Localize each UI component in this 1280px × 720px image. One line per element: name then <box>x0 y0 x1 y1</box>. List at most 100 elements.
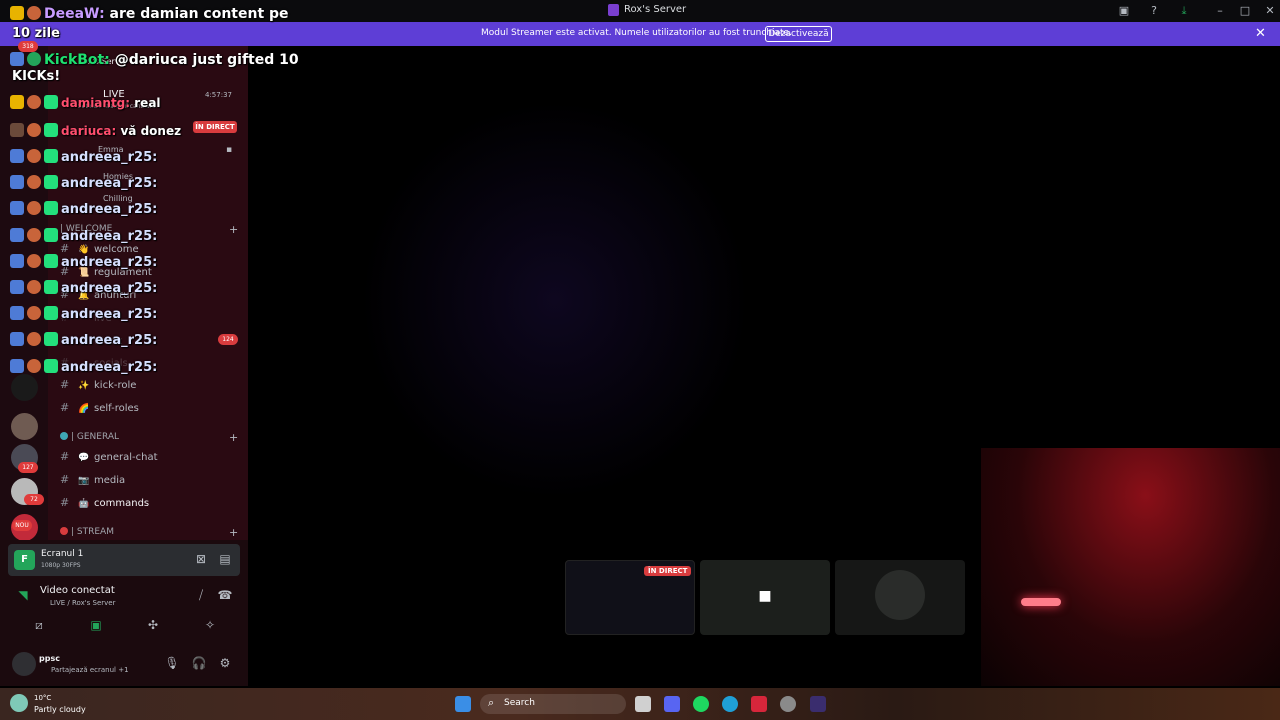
task-view-icon[interactable] <box>635 696 651 712</box>
maximize-button[interactable]: □ <box>1237 3 1253 19</box>
avatar-badge-icon <box>27 123 41 137</box>
soundboard-icon[interactable]: ✧ <box>202 618 218 632</box>
stage-timer: 4:57:37 <box>205 91 232 99</box>
avatar-badge-icon <box>27 227 41 242</box>
close-window-button[interactable]: ✕ <box>1262 3 1278 19</box>
light-strip <box>1021 598 1061 606</box>
gift-badge-icon <box>44 227 58 242</box>
avatar-badge-icon <box>27 95 41 109</box>
hash-icon: # <box>60 401 70 414</box>
chat-message: DeeaW: are damian content pe <box>10 6 289 22</box>
category-general[interactable]: | GENERAL <box>60 432 119 442</box>
channel-general-chat[interactable]: # 💬 general-chat <box>60 450 158 463</box>
crown-badge-icon <box>10 6 24 20</box>
hash-icon: # <box>60 378 70 391</box>
server-avatar[interactable] <box>11 413 38 440</box>
close-icon[interactable]: ✕ <box>1255 26 1266 41</box>
discord-icon[interactable] <box>664 696 680 712</box>
chat-message: 10 zile <box>12 26 60 41</box>
microphone-icon[interactable]: 🎙 <box>164 656 180 670</box>
camera-off-icon[interactable]: ⧄ <box>31 618 47 633</box>
avatar-badge-icon <box>27 149 41 163</box>
live-badge: ÎN DIRECT <box>644 566 692 576</box>
weather-icon[interactable] <box>10 694 28 712</box>
app-icon[interactable] <box>810 696 826 712</box>
channel-commands[interactable]: # 🤖 commands <box>60 496 149 509</box>
voice-status-title: Video conectat <box>40 585 115 596</box>
noise-suppression-icon[interactable]: ⧸ <box>193 588 209 603</box>
connection-icon[interactable]: ◥ <box>15 588 31 602</box>
stream-thumbnail[interactable]: ÎN DIRECT <box>565 560 695 635</box>
share-screen-icon[interactable]: ▣ <box>88 618 104 632</box>
weather-desc[interactable]: Partly cloudy <box>34 705 86 714</box>
mod-badge-icon <box>10 332 24 347</box>
mod-badge-icon <box>10 306 24 321</box>
disconnect-icon[interactable]: ☎ <box>217 588 233 602</box>
chat-message: KickBot: @dariuca just gifted 10 <box>10 52 299 68</box>
channel-kick-role[interactable]: # ✨ kick-role <box>60 378 136 391</box>
video-camera-icon: ■ <box>758 588 772 604</box>
avatar <box>875 570 925 620</box>
hash-icon: # <box>60 450 70 463</box>
channel-self-roles[interactable]: # 🌈 self-roles <box>60 401 139 414</box>
participant-tile[interactable] <box>835 560 965 635</box>
red-dot-icon <box>60 527 68 535</box>
user-name[interactable]: ppsc <box>39 654 60 663</box>
voice-status-sub[interactable]: LIVE / Rox's Server <box>50 599 116 607</box>
channel-media[interactable]: # 📷 media <box>60 473 125 486</box>
gift-badge-icon <box>44 280 58 294</box>
unread-badge: 72 <box>24 494 44 505</box>
chat-message: andreea_r25: <box>10 253 157 270</box>
mod-badge-icon <box>10 201 24 216</box>
help-icon[interactable]: ? <box>1146 3 1162 19</box>
download-icon[interactable]: ⤓ <box>1176 3 1192 19</box>
chat-message: andreea_r25: <box>10 201 157 217</box>
hash-icon: # <box>60 496 70 509</box>
banner-message: Modul Streamer este activat. Numele util… <box>481 28 792 38</box>
app-icon[interactable] <box>780 696 796 712</box>
live-badge: ÎN DIRECT <box>193 121 237 133</box>
settings-gear-icon[interactable]: ⚙ <box>217 656 233 670</box>
edge-icon[interactable] <box>722 696 738 712</box>
avatar[interactable] <box>12 652 36 676</box>
app-icon[interactable] <box>751 696 767 712</box>
screen-share-row[interactable]: F Ecranul 1 1080p 30FPS ⊠ ▤ <box>8 544 240 576</box>
gift-badge-icon <box>44 175 58 190</box>
gift-badge-icon <box>44 253 58 268</box>
taskbar-search[interactable]: ⌕ Search <box>480 694 626 714</box>
mod-badge-icon <box>10 280 24 294</box>
category-stream[interactable]: | STREAM <box>60 527 114 537</box>
chat-message: andreea_r25: <box>10 149 157 165</box>
add-channel-icon[interactable]: + <box>229 526 238 539</box>
avatar-badge-icon <box>27 280 41 294</box>
search-icon: ⌕ <box>488 696 495 709</box>
hash-icon: # <box>60 473 70 486</box>
activities-icon[interactable]: ✣ <box>145 618 161 632</box>
stop-share-icon[interactable]: ⊠ <box>193 552 209 566</box>
stream-settings-icon[interactable]: ▤ <box>217 552 233 566</box>
avatar-badge-icon <box>27 358 41 373</box>
start-icon[interactable] <box>455 696 471 712</box>
headphones-icon[interactable]: 🎧 <box>191 656 207 670</box>
chat-message: andreea_r25: <box>10 280 157 296</box>
participant-tile[interactable]: ■ <box>700 560 830 635</box>
mod-badge-icon <box>10 175 24 190</box>
minimize-button[interactable]: – <box>1212 3 1228 19</box>
gift-badge-icon <box>44 306 58 321</box>
voice-panel: F Ecranul 1 1080p 30FPS ⊠ ▤ ◥ Video cone… <box>0 540 248 686</box>
server-w2g[interactable] <box>11 374 38 401</box>
chat-message: andreea_r25: <box>10 175 157 191</box>
camera-icon[interactable]: ▪ <box>226 145 232 155</box>
coffee-badge-icon <box>10 123 24 137</box>
deactivate-button[interactable]: Dezactivează <box>765 26 832 42</box>
weather-temp[interactable]: 10°C <box>34 694 51 702</box>
add-channel-icon[interactable]: + <box>229 223 238 236</box>
user-status: Partajează ecranul +1 <box>51 666 129 674</box>
window-title: Rox's Server <box>624 4 687 15</box>
spotify-icon[interactable] <box>693 696 709 712</box>
globe-icon <box>60 432 68 440</box>
add-channel-icon[interactable]: + <box>229 431 238 444</box>
avatar-badge-icon <box>27 332 41 347</box>
screen-share-icon[interactable]: ▣ <box>1116 3 1132 19</box>
gift-badge-icon <box>44 358 58 373</box>
